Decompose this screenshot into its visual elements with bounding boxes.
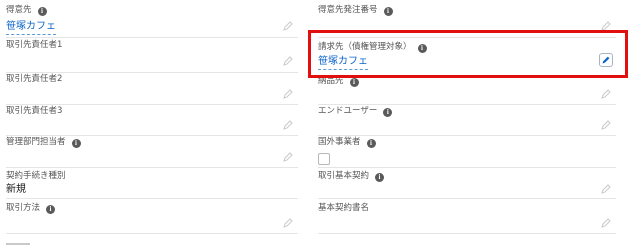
- field-end-user: エンドユーザー i: [318, 105, 616, 136]
- info-icon[interactable]: i: [46, 205, 56, 214]
- next-row-fragment: [6, 240, 30, 246]
- field-foreign-business: 国外事業者 i: [318, 136, 616, 168]
- field-label: 取引方法 i: [6, 202, 56, 214]
- field-label: 得意先 i: [6, 4, 47, 16]
- info-icon[interactable]: i: [375, 173, 385, 182]
- pencil-icon[interactable]: [282, 217, 294, 229]
- contract-type-value: 新規: [6, 184, 26, 195]
- info-icon[interactable]: i: [349, 78, 359, 87]
- pencil-icon[interactable]: [282, 151, 294, 163]
- info-icon[interactable]: i: [366, 139, 376, 148]
- pencil-icon[interactable]: [600, 217, 612, 229]
- info-icon[interactable]: i: [383, 7, 393, 16]
- info-icon[interactable]: i: [71, 139, 81, 148]
- pencil-icon[interactable]: [600, 119, 612, 131]
- field-basic-contract-name: 基本契約書名: [318, 202, 616, 234]
- info-icon[interactable]: i: [37, 7, 47, 16]
- field-trade-method: 取引方法 i: [6, 202, 298, 234]
- pencil-icon[interactable]: [282, 55, 294, 67]
- pencil-icon[interactable]: [282, 88, 294, 100]
- field-basic-contract: 取引基本契約 i: [318, 170, 616, 199]
- field-ship-to: 納品先 i: [318, 75, 616, 105]
- field-contact-1: 取引先責任者1: [6, 39, 298, 73]
- field-label: 取引基本契約 i: [318, 170, 385, 182]
- field-label: 取引先責任者3: [6, 106, 63, 116]
- field-customer: 得意先 i 笹塚カフェ: [6, 4, 298, 38]
- bill-to-edit-button[interactable]: [599, 53, 613, 67]
- foreign-business-checkbox[interactable]: [318, 153, 330, 165]
- field-label: 取引先責任者1: [6, 40, 63, 50]
- pencil-icon: [602, 56, 610, 64]
- field-label: エンドユーザー i: [318, 105, 393, 117]
- field-label: 契約手続き種別: [6, 171, 66, 181]
- pencil-icon[interactable]: [600, 88, 612, 100]
- field-label: 得意先発注番号 i: [318, 4, 393, 16]
- field-label: 取引先責任者2: [6, 74, 63, 84]
- customer-link[interactable]: 笹塚カフェ: [6, 20, 56, 35]
- highlight-box: [308, 30, 628, 78]
- pencil-icon[interactable]: [282, 20, 294, 32]
- field-label: 管理部門担当者 i: [6, 136, 81, 148]
- field-admin-dept: 管理部門担当者 i: [6, 136, 298, 168]
- info-icon[interactable]: i: [383, 108, 393, 117]
- field-contact-3: 取引先責任者3: [6, 105, 298, 136]
- pencil-icon[interactable]: [600, 183, 612, 195]
- field-label: 国外事業者 i: [318, 136, 376, 148]
- field-contract-type: 契約手続き種別 新規: [6, 170, 298, 199]
- pencil-icon[interactable]: [282, 119, 294, 131]
- field-label: 基本契約書名: [318, 203, 370, 213]
- field-contact-2: 取引先責任者2: [6, 73, 298, 105]
